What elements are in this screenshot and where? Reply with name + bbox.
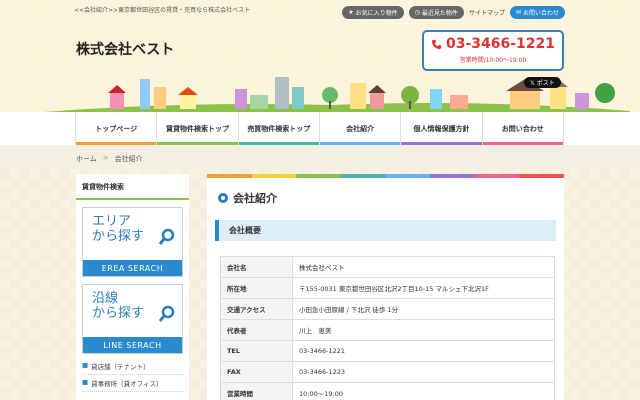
area-search-line2: から探す — [92, 229, 145, 244]
nav-item-label: 個人情報保護方針 — [413, 124, 470, 133]
row-key: FAX — [220, 361, 293, 383]
business-hours: 営業時間/10:00～19:00 — [459, 57, 527, 64]
breadcrumb-separator: > — [102, 154, 109, 162]
breadcrumb: ホーム > 会社紹介 — [76, 154, 143, 164]
nav-item-sale-search[interactable]: 売買物件検索トップ — [237, 112, 319, 145]
star-icon: ★ — [348, 9, 354, 16]
table-row: 会社名 株式会社ベスト — [220, 256, 555, 278]
rainbow-bar — [207, 174, 564, 178]
nav-item-label: 売買物件検索トップ — [247, 124, 311, 133]
page-title-text: 会社紹介 — [233, 192, 277, 205]
magnifier-icon — [159, 305, 175, 322]
sidebar-link-tenant[interactable]: ■ 貸店舗（テナント） — [82, 358, 183, 375]
row-value: 10:00～19:00 — [292, 382, 555, 400]
contact-button[interactable]: ✉ お問い合わせ — [509, 6, 565, 19]
sidebar-link-label: 貸店舗（テナント） — [91, 363, 150, 371]
area-search-banner[interactable]: エリア から探す EREA SERACH — [82, 207, 183, 277]
bullet-icon: ■ — [82, 361, 89, 369]
table-row: 代表者 川上 恵美 — [220, 319, 555, 341]
nav-item-privacy[interactable]: 個人情報保護方針 — [400, 112, 482, 145]
row-value: 03-3466-1221 — [292, 340, 555, 362]
nav-item-top[interactable]: トップページ — [75, 112, 157, 145]
recent-button[interactable]: ◷ 最近見た物件 — [408, 6, 464, 19]
area-search-line1: エリア — [92, 214, 132, 229]
favorites-button[interactable]: ★ お気に入り物件 — [342, 6, 404, 19]
line-search-line2: から探す — [92, 306, 145, 321]
recent-label: 最近見た物件 — [421, 10, 458, 17]
phone-number: 03-3466-1221 — [445, 36, 556, 52]
x-logo-icon: 𝕏 — [530, 80, 537, 87]
area-search-band: EREA SERACH — [83, 260, 182, 276]
company-logo[interactable]: 株式会社ベスト — [76, 39, 174, 59]
global-nav: トップページ 賃貸物件検索トップ 売買物件検索トップ 会社紹介 個人情報保護方針… — [75, 112, 564, 145]
x-post-label: ポスト — [536, 80, 555, 87]
row-value: 株式会社ベスト — [292, 256, 555, 278]
nav-item-rent-search[interactable]: 賃貸物件検索トップ — [156, 112, 238, 145]
row-key: 会社名 — [220, 256, 293, 278]
row-value: 小田急小田原線 / 下北沢 徒歩 1分 — [292, 298, 555, 320]
company-info-table: 会社名 株式会社ベスト 所在地 〒155-0031 東京都世田谷区北沢2丁目10-1… — [220, 256, 555, 400]
sidebar-links: ■ 貸店舗（テナント） ■ 貸事務所（貸オフィス） — [82, 358, 183, 392]
sidebar: 賃貸物件検索 エリア から探す EREA SERACH 沿線 から探す LINE S… — [76, 174, 189, 400]
row-value: 03-3466-1223 — [292, 361, 555, 383]
top-links: ★ お気に入り物件 ◷ 最近見た物件 サイトマップ ✉ お問い合わせ — [342, 6, 565, 19]
line-search-band: LINE SERACH — [83, 337, 182, 353]
nav-item-label: お問い合わせ — [501, 124, 544, 133]
nav-item-contact[interactable]: お問い合わせ — [481, 112, 564, 145]
ring-bullet-icon — [218, 193, 228, 203]
x-post-button[interactable]: 𝕏 ポスト — [524, 77, 561, 88]
breadcrumb-current: 会社紹介 — [114, 155, 143, 163]
nav-item-label: 賃貸物件検索トップ — [165, 124, 229, 133]
breadcrumb-home[interactable]: ホーム — [76, 154, 97, 164]
sitemap-link[interactable]: サイトマップ — [469, 8, 505, 17]
table-row: TEL 03-3466-1221 — [220, 340, 555, 362]
sidebar-title: 賃貸物件検索 — [76, 174, 189, 200]
nav-item-label: トップページ — [95, 124, 138, 133]
row-key: 営業時間 — [220, 382, 293, 400]
mail-icon: ✉ — [515, 9, 521, 16]
row-value: 川上 恵美 — [292, 319, 555, 341]
main-content: 会社紹介 会社概要 会社名 株式会社ベスト 所在地 〒155-0031 東京都世田谷… — [207, 174, 564, 400]
phone-icon — [431, 39, 442, 49]
row-key: 交通アクセス — [220, 298, 293, 320]
nav-item-company[interactable]: 会社紹介 — [318, 112, 401, 145]
table-row: 交通アクセス 小田急小田原線 / 下北沢 徒歩 1分 — [220, 298, 555, 320]
row-value: 〒155-0031 東京都世田谷区北沢2丁目10-15 マルシェ下北沢1F — [292, 277, 555, 299]
row-key: 所在地 — [220, 277, 293, 299]
sidebar-link-office[interactable]: ■ 貸事務所（貸オフィス） — [82, 375, 183, 392]
town-illustration — [30, 77, 630, 113]
row-key: TEL — [220, 340, 293, 362]
clock-icon: ◷ — [414, 9, 420, 16]
line-search-banner[interactable]: 沿線 から探す LINE SERACH — [82, 284, 183, 354]
contact-label: お問い合わせ — [522, 10, 559, 17]
page-title: 会社紹介 — [218, 190, 564, 206]
bullet-icon: ■ — [82, 378, 89, 386]
favorites-label: お気に入り物件 — [355, 10, 398, 17]
magnifier-icon — [159, 228, 175, 245]
table-row: 所在地 〒155-0031 東京都世田谷区北沢2丁目10-15 マルシェ下北沢1F — [220, 277, 555, 299]
section-heading: 会社概要 — [215, 220, 556, 241]
header-tagline: <<会社紹介>>東京都世田谷区の賃貸・売買なら株式会社ベスト — [74, 7, 251, 14]
nav-item-label: 会社紹介 — [346, 124, 375, 133]
row-key: 代表者 — [220, 319, 293, 341]
table-row: 営業時間 10:00～19:00 — [220, 382, 555, 400]
sidebar-link-label: 貸事務所（貸オフィス） — [91, 380, 163, 388]
table-row: FAX 03-3466-1223 — [220, 361, 555, 383]
line-search-line1: 沿線 — [92, 291, 119, 306]
